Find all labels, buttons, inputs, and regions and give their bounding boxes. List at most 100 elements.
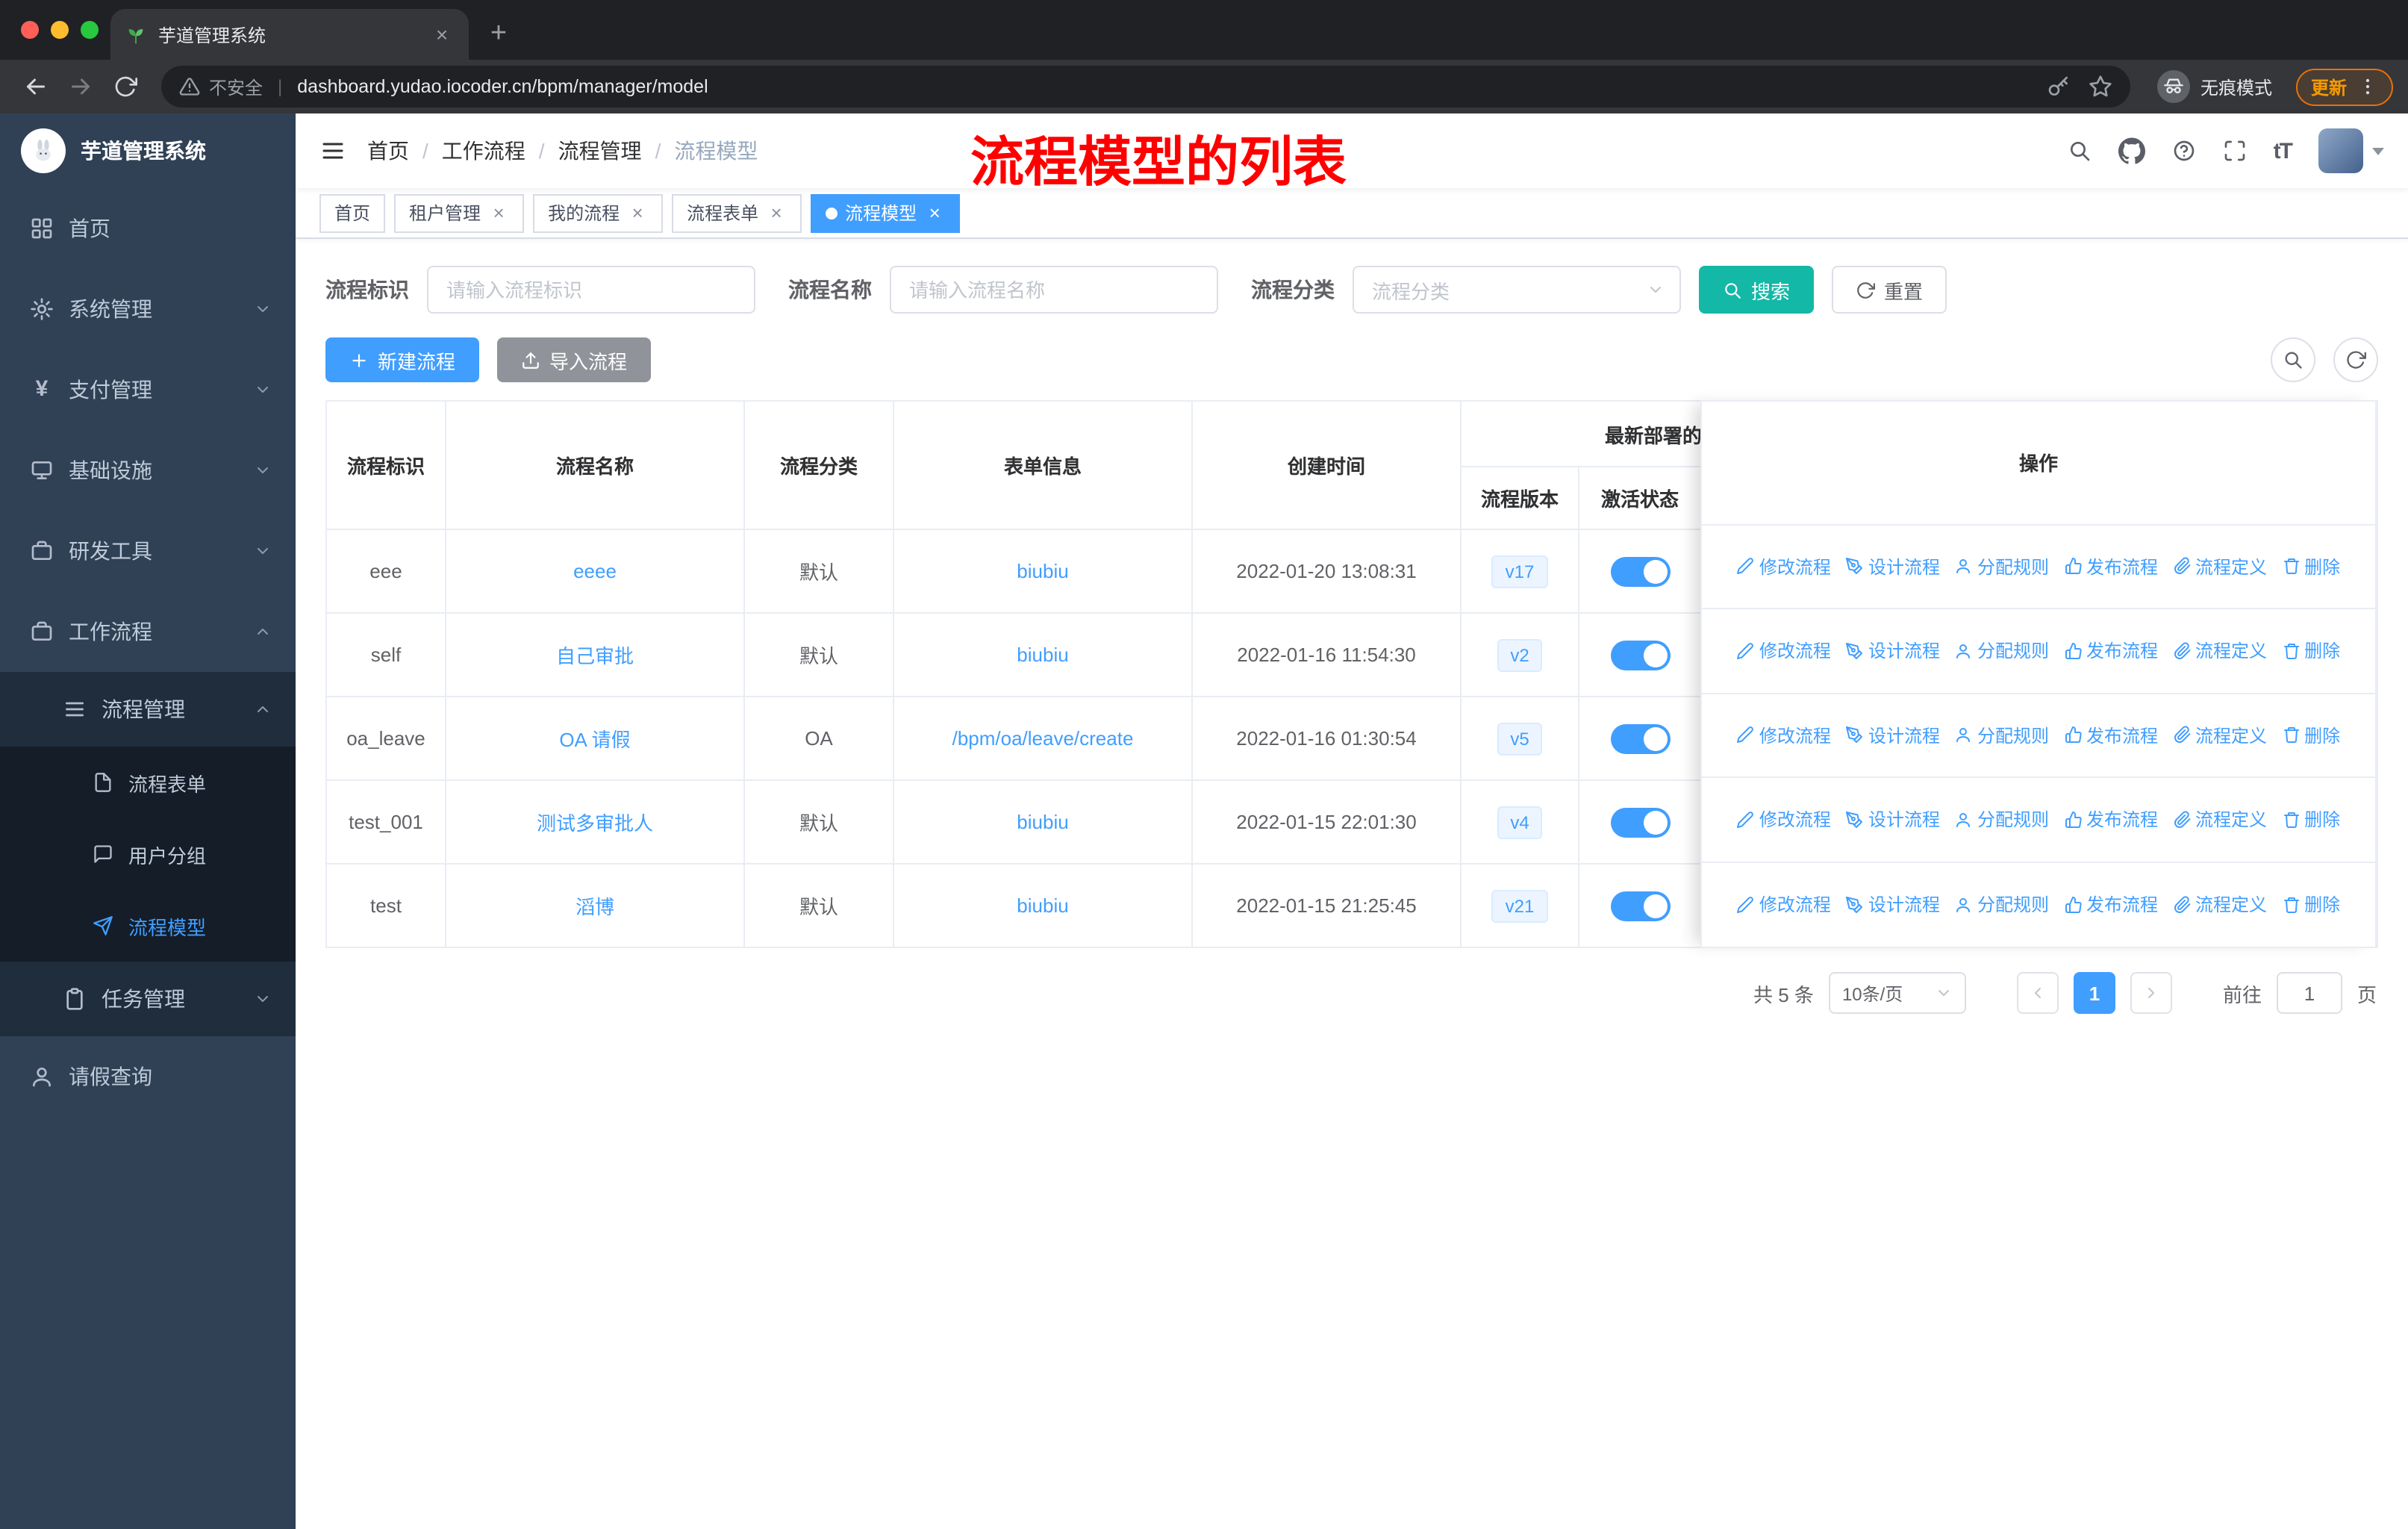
sidebar-item-workflow[interactable]: 工作流程 (0, 591, 296, 672)
sidebar-item-process-model[interactable]: 流程模型 (0, 890, 296, 962)
sidebar-item-process-form[interactable]: 流程表单 (0, 747, 296, 818)
action-definition-link[interactable]: 流程定义 (2173, 807, 2267, 832)
process-key-input[interactable] (427, 266, 755, 314)
tag-close-icon[interactable]: × (924, 202, 945, 223)
tag-close-icon[interactable]: × (627, 202, 648, 223)
tag-close-icon[interactable]: × (766, 202, 787, 223)
action-design-link[interactable]: 设计流程 (1846, 723, 1940, 748)
action-design-link[interactable]: 设计流程 (1846, 554, 1940, 579)
process-name-link[interactable]: 测试多审批人 (537, 812, 653, 835)
form-info-link[interactable]: biubiu (1017, 644, 1068, 666)
active-toggle[interactable] (1610, 723, 1670, 753)
tag-process-form[interactable]: 流程表单 × (672, 193, 802, 232)
action-publish-link[interactable]: 发布流程 (2064, 723, 2158, 748)
action-edit-link[interactable]: 修改流程 (1737, 723, 1831, 748)
back-button[interactable] (15, 66, 57, 108)
tag-my-process[interactable]: 我的流程 × (533, 193, 664, 232)
process-name-link[interactable]: eeee (573, 560, 617, 582)
action-assign-link[interactable]: 分配规则 (1955, 554, 2049, 579)
active-toggle[interactable] (1610, 640, 1670, 670)
form-info-link[interactable]: biubiu (1017, 811, 1068, 833)
action-design-link[interactable]: 设计流程 (1846, 638, 1940, 664)
help-icon[interactable] (2172, 139, 2196, 163)
action-delete-link[interactable]: 删除 (2282, 554, 2340, 579)
browser-update-chip[interactable]: 更新 (2295, 68, 2393, 105)
search-icon[interactable] (2068, 139, 2092, 163)
next-page-button[interactable] (2130, 972, 2172, 1014)
action-publish-link[interactable]: 发布流程 (2064, 554, 2158, 579)
new-tab-button[interactable]: + (478, 13, 520, 55)
import-process-button[interactable]: 导入流程 (497, 337, 652, 382)
prev-page-button[interactable] (2016, 972, 2059, 1014)
address-bar[interactable]: 不安全 | dashboard.yudao.iocoder.cn/bpm/man… (161, 66, 2130, 108)
fullscreen-icon[interactable] (2223, 139, 2247, 163)
breadcrumb-home[interactable]: 首页 (367, 136, 409, 166)
active-toggle[interactable] (1610, 556, 1670, 586)
category-select[interactable]: 流程分类 (1353, 266, 1681, 314)
create-process-button[interactable]: 新建流程 (325, 337, 480, 382)
process-name-link[interactable]: 自己审批 (556, 645, 634, 667)
action-edit-link[interactable]: 修改流程 (1737, 638, 1831, 664)
action-delete-link[interactable]: 删除 (2282, 638, 2340, 664)
reset-button[interactable]: 重置 (1832, 266, 1947, 314)
bookmark-star-icon[interactable] (2089, 75, 2112, 99)
process-name-link[interactable]: OA 请假 (559, 729, 630, 751)
forward-button[interactable] (60, 66, 102, 108)
sidebar-item-leave-query[interactable]: 请假查询 (0, 1036, 296, 1117)
sidebar-item-devtools[interactable]: 研发工具 (0, 511, 296, 591)
action-edit-link[interactable]: 修改流程 (1737, 554, 1831, 579)
reload-button[interactable] (105, 66, 146, 108)
active-toggle[interactable] (1610, 807, 1670, 837)
minimize-window-button[interactable] (51, 21, 69, 39)
active-toggle[interactable] (1610, 891, 1670, 921)
sidebar-item-user-group[interactable]: 用户分组 (0, 818, 296, 890)
action-delete-link[interactable]: 删除 (2282, 807, 2340, 832)
collapse-sidebar-button[interactable] (319, 137, 346, 164)
tag-tenant[interactable]: 租户管理 × (394, 193, 525, 232)
process-name-link[interactable]: 滔博 (576, 896, 614, 918)
action-edit-link[interactable]: 修改流程 (1737, 892, 1831, 918)
sidebar-item-payment[interactable]: ¥ 支付管理 (0, 349, 296, 430)
close-window-button[interactable] (21, 21, 39, 39)
action-assign-link[interactable]: 分配规则 (1955, 638, 2049, 664)
action-definition-link[interactable]: 流程定义 (2173, 892, 2267, 918)
tag-close-icon[interactable]: × (488, 202, 509, 223)
tab-close-icon[interactable]: × (430, 22, 454, 46)
page-1-button[interactable]: 1 (2073, 972, 2115, 1014)
action-assign-link[interactable]: 分配规则 (1955, 892, 2049, 918)
tag-process-model[interactable]: 流程模型 × (811, 193, 961, 232)
action-edit-link[interactable]: 修改流程 (1737, 807, 1831, 832)
search-button[interactable]: 搜索 (1699, 266, 1815, 314)
sidebar-item-system[interactable]: 系统管理 (0, 269, 296, 349)
form-info-link[interactable]: /bpm/oa/leave/create (952, 727, 1134, 750)
toggle-search-button[interactable] (2271, 337, 2315, 382)
tag-home[interactable]: 首页 (319, 193, 386, 232)
password-key-icon[interactable] (2047, 75, 2071, 99)
maximize-window-button[interactable] (81, 21, 99, 39)
sidebar-item-process-mgmt[interactable]: 流程管理 (0, 672, 296, 747)
sidebar-item-infra[interactable]: 基础设施 (0, 430, 296, 511)
breadcrumb-process-mgmt[interactable]: 流程管理 (558, 136, 642, 166)
action-delete-link[interactable]: 删除 (2282, 723, 2340, 748)
action-publish-link[interactable]: 发布流程 (2064, 892, 2158, 918)
action-publish-link[interactable]: 发布流程 (2064, 807, 2158, 832)
process-name-input[interactable] (890, 266, 1218, 314)
action-publish-link[interactable]: 发布流程 (2064, 638, 2158, 664)
action-assign-link[interactable]: 分配规则 (1955, 807, 2049, 832)
goto-page-input[interactable] (2276, 972, 2342, 1014)
font-size-icon[interactable]: tT (2274, 138, 2293, 164)
menu-dots-icon[interactable] (2357, 76, 2378, 97)
page-size-select[interactable]: 10条/页 (1828, 972, 1966, 1014)
action-definition-link[interactable]: 流程定义 (2173, 554, 2267, 579)
action-delete-link[interactable]: 删除 (2282, 892, 2340, 918)
refresh-table-button[interactable] (2333, 337, 2378, 382)
sidebar-item-home[interactable]: 首页 (0, 188, 296, 269)
action-assign-link[interactable]: 分配规则 (1955, 723, 2049, 748)
breadcrumb-workflow[interactable]: 工作流程 (442, 136, 525, 166)
github-icon[interactable] (2118, 137, 2145, 164)
browser-tab[interactable]: 芋道管理系统 × (110, 9, 469, 60)
action-definition-link[interactable]: 流程定义 (2173, 723, 2267, 748)
form-info-link[interactable]: biubiu (1017, 560, 1068, 582)
action-design-link[interactable]: 设计流程 (1846, 892, 1940, 918)
action-definition-link[interactable]: 流程定义 (2173, 638, 2267, 664)
